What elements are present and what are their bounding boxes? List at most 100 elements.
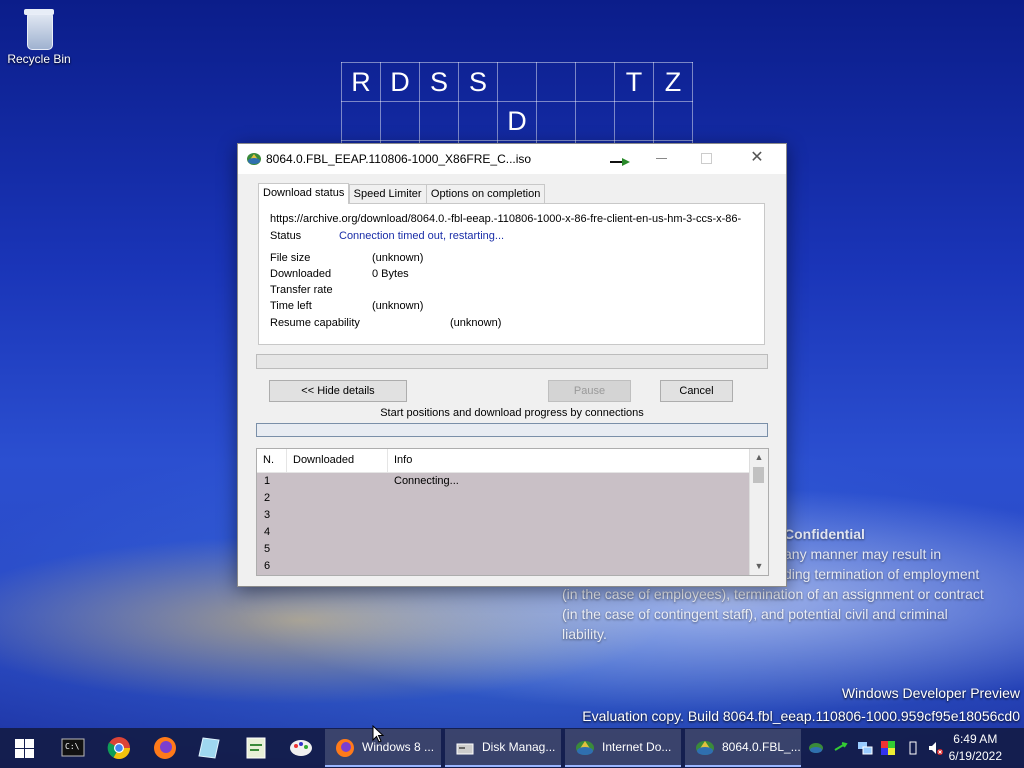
- grid-cell: [536, 62, 576, 102]
- transfer-arrows-icon[interactable]: [833, 740, 849, 756]
- taskbar: C:\ Windows 8 ... Disk Manag... Internet…: [0, 728, 1024, 768]
- download-url: https://archive.org/download/8064.0.-fbl…: [270, 213, 742, 225]
- clock-time: 6:49 AM: [953, 732, 998, 746]
- taskbar-button-internet-download-manager[interactable]: Internet Do...: [565, 729, 681, 767]
- start-button[interactable]: [10, 734, 40, 762]
- idm-icon: [696, 741, 714, 755]
- grid-cell: [341, 101, 381, 141]
- window-titlebar[interactable]: 8064.0.FBL_EEAP.110806-1000_X86FRE_C...i…: [238, 144, 786, 174]
- scroll-down-icon[interactable]: ▼: [750, 558, 768, 575]
- firefox-icon[interactable]: [150, 734, 180, 762]
- connections-label: Start positions and download progress by…: [380, 407, 644, 419]
- firefox-icon: [336, 739, 354, 757]
- grid-cell: [653, 101, 693, 141]
- recycle-bin-icon: [21, 6, 57, 50]
- table-row[interactable]: 2: [257, 490, 749, 507]
- table-row[interactable]: 6: [257, 558, 749, 575]
- close-button[interactable]: ✕: [744, 146, 770, 170]
- download-status-panel: https://archive.org/download/8064.0.-fbl…: [258, 203, 765, 345]
- usb-device-icon[interactable]: [905, 740, 921, 756]
- table-row[interactable]: 3: [257, 507, 749, 524]
- clock-date: 6/19/2022: [948, 749, 1002, 763]
- table-row[interactable]: 4: [257, 524, 749, 541]
- column-header-info[interactable]: Info: [388, 449, 749, 472]
- grid-cell: S: [458, 62, 498, 102]
- windows-logo-pane: [25, 749, 34, 758]
- confidential-line: (in the case of contingent staff), and p…: [562, 606, 948, 622]
- grid-cell: D: [497, 101, 537, 141]
- grid-cell: [497, 62, 537, 102]
- table-scrollbar[interactable]: ▲ ▼: [749, 449, 768, 575]
- cell-info: Connecting...: [394, 475, 459, 487]
- table-row[interactable]: 1 Connecting...: [257, 473, 749, 490]
- scroll-thumb[interactable]: [753, 467, 764, 483]
- grid-cell: [458, 101, 498, 141]
- status-row: Status Connection timed out, restarting.…: [270, 230, 504, 242]
- taskbar-button-label: Disk Manag...: [482, 740, 556, 754]
- taskbar-button-disk-management[interactable]: Disk Manag...: [445, 729, 561, 767]
- grid-cell: [419, 101, 459, 141]
- cell-n: 4: [264, 526, 271, 538]
- grid-cell: D: [380, 62, 420, 102]
- cancel-button[interactable]: Cancel: [660, 380, 733, 402]
- confidential-line: any manner may result in: [784, 546, 942, 562]
- tab-download-status[interactable]: Download status: [258, 183, 350, 204]
- maximize-button[interactable]: [696, 146, 716, 170]
- notepad-icon[interactable]: [195, 734, 225, 762]
- chrome-icon[interactable]: [104, 734, 134, 762]
- window-title: 8064.0.FBL_EEAP.110806-1000_X86FRE_C...i…: [266, 152, 532, 166]
- status-value: Connection timed out, restarting...: [339, 230, 505, 242]
- idm-tray-icon[interactable]: [808, 740, 824, 756]
- grid-cell: [614, 101, 654, 141]
- detail-row: Transfer rate: [270, 284, 333, 296]
- tab-options-on-completion[interactable]: Options on completion: [425, 184, 546, 203]
- grid-row: D: [341, 101, 693, 141]
- busy-arrow-icon: [610, 158, 630, 166]
- detail-label: Resume capability: [270, 317, 360, 329]
- recycle-bin-desktop-icon[interactable]: Recycle Bin: [6, 6, 72, 66]
- disk-management-icon: [456, 743, 474, 755]
- confidential-line: liability.: [562, 626, 607, 642]
- confidential-line: ding termination of employment: [784, 566, 980, 582]
- cell-n: 2: [264, 492, 271, 504]
- windows-logo-icon: [15, 739, 24, 748]
- column-header-downloaded[interactable]: Downloaded: [287, 449, 388, 472]
- paint-icon[interactable]: [286, 734, 316, 762]
- detail-label: File size: [270, 252, 311, 264]
- grid-cell: T: [614, 62, 654, 102]
- minimize-button[interactable]: [652, 146, 672, 170]
- detail-row: Time left (unknown): [270, 300, 423, 312]
- detail-row: File size (unknown): [270, 252, 423, 264]
- mouse-pointer-icon: [372, 725, 384, 743]
- recycle-bin-label: Recycle Bin: [7, 52, 71, 66]
- detail-label: Time left: [270, 300, 312, 312]
- network-icon[interactable]: [857, 740, 873, 756]
- grid-cell: R: [341, 62, 381, 102]
- grid-cell: [536, 101, 576, 141]
- display-icon[interactable]: [880, 740, 896, 756]
- confidential-line: (in the case of employees), termination …: [562, 586, 984, 602]
- table-row[interactable]: 5: [257, 541, 749, 558]
- scroll-up-icon[interactable]: ▲: [750, 449, 768, 466]
- hide-details-button[interactable]: << Hide details: [269, 380, 407, 402]
- tab-speed-limiter[interactable]: Speed Limiter: [348, 184, 427, 203]
- connections-table: N. Downloaded Info 1 Connecting... 2 3 4…: [256, 448, 769, 576]
- grid-cell: [575, 101, 615, 141]
- cell-n: 5: [264, 543, 271, 555]
- taskbar-button-label: 8064.0.FBL_...: [722, 740, 801, 754]
- taskbar-button-download-window[interactable]: 8064.0.FBL_...: [685, 729, 801, 767]
- pause-button[interactable]: Pause: [548, 380, 631, 402]
- terminal-icon[interactable]: C:\: [58, 734, 88, 762]
- idm-icon: [576, 741, 594, 755]
- confidential-title: Confidential: [784, 526, 865, 542]
- grid-cell: S: [419, 62, 459, 102]
- volume-muted-icon[interactable]: [927, 740, 943, 756]
- download-progress-bar: [256, 354, 768, 369]
- system-clock[interactable]: 6:49 AM 6/19/2022: [949, 731, 1002, 765]
- svg-text:C:\: C:\: [65, 742, 80, 751]
- column-header-n[interactable]: N.: [257, 449, 287, 472]
- detail-label: Transfer rate: [270, 284, 333, 296]
- connections-progress-bar: [256, 423, 768, 437]
- windows-logo-pane: [15, 749, 24, 758]
- registry-icon[interactable]: [241, 734, 271, 762]
